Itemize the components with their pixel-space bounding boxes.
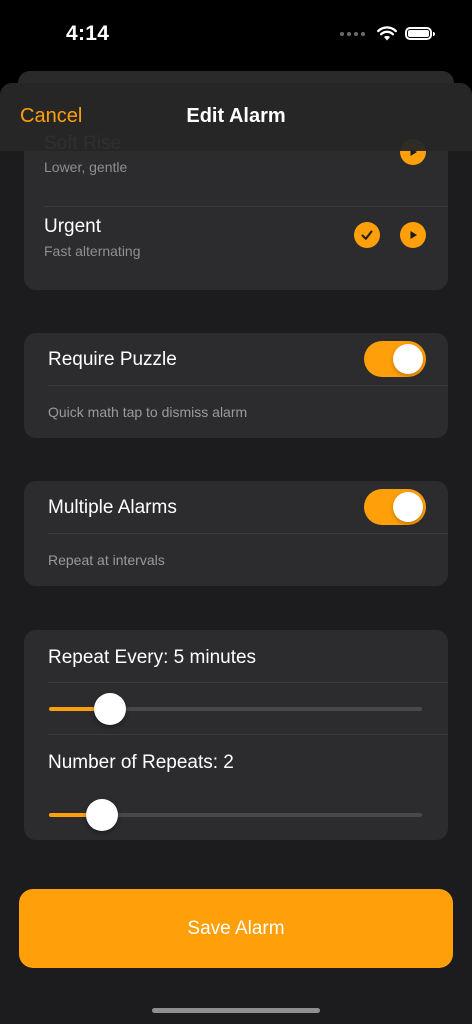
require-puzzle-label: Require Puzzle: [48, 349, 177, 370]
multiple-alarms-label: Multiple Alarms: [48, 497, 177, 518]
checkmark-icon: [361, 230, 373, 240]
status-bar: 4:14: [0, 0, 472, 70]
battery-icon: [405, 27, 435, 40]
require-puzzle-card: Require Puzzle Quick math tap to dismiss…: [24, 333, 448, 438]
status-time: 4:14: [66, 22, 110, 45]
slider-thumb[interactable]: [94, 693, 126, 725]
sound-description: Fast alternating: [44, 243, 141, 259]
divider: [48, 734, 448, 735]
sound-description: Lower, gentle: [44, 159, 128, 175]
wifi-icon: [377, 26, 397, 41]
repeat-every-slider[interactable]: [49, 693, 422, 725]
toggle-knob: [393, 344, 423, 374]
slider-thumb[interactable]: [86, 799, 118, 831]
page-title: Edit Alarm: [186, 105, 286, 127]
require-puzzle-description: Quick math tap to dismiss alarm: [48, 404, 248, 420]
divider: [48, 385, 448, 386]
divider: [48, 682, 448, 683]
sound-name: Urgent: [44, 216, 102, 237]
number-of-repeats-slider[interactable]: [49, 799, 422, 831]
play-button[interactable]: [400, 222, 426, 248]
multiple-alarms-description: Repeat at intervals: [48, 552, 165, 568]
toggle-knob: [393, 492, 423, 522]
save-alarm-button[interactable]: Save Alarm: [19, 889, 453, 968]
cellular-signal-icon: [340, 31, 365, 36]
divider: [48, 533, 448, 534]
multiple-alarms-toggle[interactable]: [364, 489, 426, 525]
repeat-settings-card: Repeat Every: 5 minutes Number of Repeat…: [24, 630, 448, 840]
number-of-repeats-label: Number of Repeats: 2: [48, 752, 234, 773]
navigation-bar: Cancel Edit Alarm: [0, 83, 472, 151]
multiple-alarms-card: Multiple Alarms Repeat at intervals: [24, 481, 448, 586]
status-icons: [340, 26, 435, 41]
home-indicator: [152, 1008, 320, 1013]
play-icon: [410, 231, 417, 239]
edit-alarm-sheet: Cancel Edit Alarm Soft Rise Lower, gentl…: [0, 83, 472, 1024]
repeat-every-label: Repeat Every: 5 minutes: [48, 647, 257, 668]
selected-indicator: [354, 222, 380, 248]
require-puzzle-toggle[interactable]: [364, 341, 426, 377]
sound-option-urgent[interactable]: Urgent Fast alternating: [24, 206, 448, 290]
